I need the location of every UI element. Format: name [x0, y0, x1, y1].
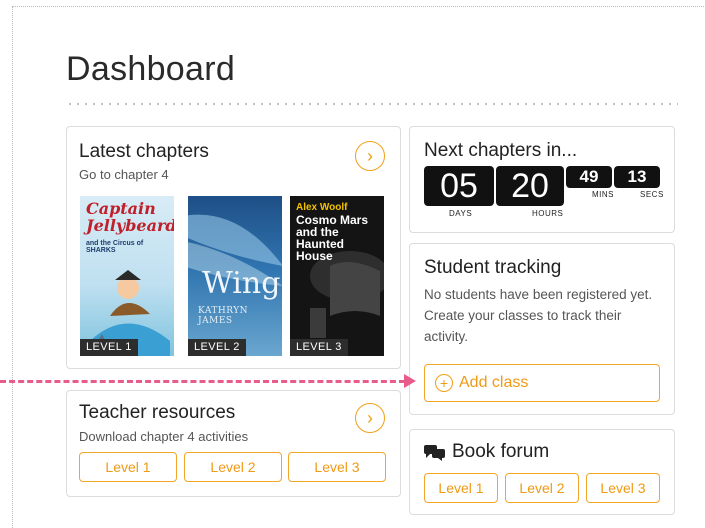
pointer-arrowhead — [404, 374, 416, 388]
book-forum-title: Book forum — [452, 441, 550, 462]
page-title: Dashboard — [66, 50, 236, 88]
book-3-title: Cosmo Mars and the Haunted House — [296, 213, 369, 263]
book-2-level-tag: LEVEL 2 — [188, 339, 246, 356]
teacher-level-2-button[interactable]: Level 2 — [184, 452, 282, 482]
title-divider — [66, 103, 678, 105]
book-cover-2[interactable]: Wings KATHRYN JAMES LEVEL 2 — [188, 196, 282, 356]
latest-chapters-title: Latest chapters — [79, 141, 209, 162]
add-class-button[interactable]: + Add class — [424, 364, 660, 402]
teacher-resources-next-button[interactable]: › — [355, 403, 385, 433]
book-2-title: Wings — [202, 266, 282, 301]
teacher-level-1-button[interactable]: Level 1 — [79, 452, 177, 482]
countdown-hours-label: HOURS — [532, 209, 564, 218]
teacher-resources-subtitle: Download chapter 4 activities — [79, 429, 249, 444]
book-cover-3[interactable]: Alex Woolf Cosmo Mars and the Haunted Ho… — [290, 196, 384, 356]
pointer-arrow-line — [0, 380, 405, 383]
book-2-author: KATHRYN JAMES — [198, 306, 249, 326]
forum-level-1-button[interactable]: Level 1 — [424, 473, 498, 503]
book-3-author: Alex Woolf — [296, 202, 348, 213]
book-3-level-tag: LEVEL 3 — [290, 339, 348, 356]
book-forum-title-row: Book forum — [424, 441, 549, 463]
plus-circle-icon: + — [435, 374, 453, 392]
student-tracking-title: Student tracking — [424, 257, 562, 278]
book-cover-1[interactable]: Captain Jellybeard and the Circus of SHA… — [80, 196, 174, 356]
teacher-level-3-button[interactable]: Level 3 — [288, 452, 386, 482]
forum-level-2-button[interactable]: Level 2 — [505, 473, 579, 503]
countdown-days: 05 — [424, 166, 494, 206]
add-class-label: Add class — [459, 374, 529, 391]
teacher-resources-title: Teacher resources — [79, 402, 236, 423]
next-chapters-title: Next chapters in... — [424, 140, 578, 161]
chat-bubbles-icon — [424, 445, 445, 461]
countdown-mins-label: MINS — [592, 190, 614, 199]
countdown-mins: 49 — [566, 166, 612, 188]
book-1-illustration — [80, 270, 170, 356]
countdown-hours: 20 — [496, 166, 564, 206]
book-1-level-tag: LEVEL 1 — [80, 339, 138, 356]
chevron-right-circle-icon: › — [367, 145, 373, 166]
forum-level-3-button[interactable]: Level 3 — [586, 473, 660, 503]
student-tracking-message: No students have been registered yet. Cr… — [424, 287, 653, 344]
countdown-secs: 13 — [614, 166, 660, 188]
countdown-secs-label: SECS — [640, 190, 664, 199]
countdown-days-label: DAYS — [449, 209, 473, 218]
latest-chapters-next-button[interactable]: › — [355, 141, 385, 171]
chevron-right-circle-icon: › — [367, 407, 373, 428]
latest-chapters-subtitle: Go to chapter 4 — [79, 167, 169, 182]
